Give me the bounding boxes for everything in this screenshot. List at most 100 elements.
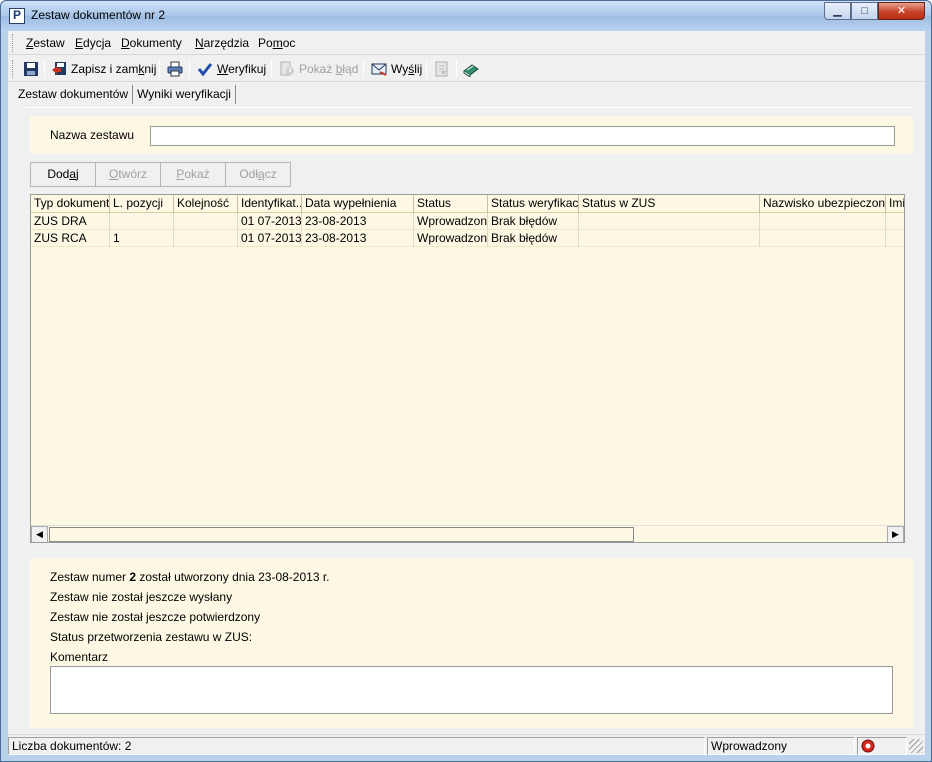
menu-narzedzia[interactable]: Narzędzia <box>195 36 249 50</box>
help-book-button[interactable] <box>460 59 482 79</box>
sent-info: Zestaw nie został jeszcze wysłany <box>50 590 233 604</box>
toolbar-separator <box>271 60 272 78</box>
floppy-disk-icon <box>24 62 38 76</box>
status-icon-panel <box>857 737 907 755</box>
menu-edycja[interactable]: Edycja <box>75 36 111 50</box>
checkmark-icon <box>197 63 213 77</box>
open-button[interactable]: Otwórz <box>95 162 161 187</box>
send-button[interactable]: Wyślij <box>368 59 425 79</box>
client-area: Zestaw Edycja Dokumenty Narzędzia Pomoc … <box>8 31 925 755</box>
column-header[interactable]: Kolejność <box>174 195 238 212</box>
menu-zestaw[interactable]: Zestaw <box>26 36 65 50</box>
table-cell: 01 07-2013 <box>238 230 302 247</box>
menu-grip[interactable] <box>12 34 15 52</box>
table-cell: 1 <box>110 230 174 247</box>
table-cell: 23-08-2013 <box>302 230 414 247</box>
scroll-right-arrow-icon[interactable]: ▶ <box>887 526 904 542</box>
table-cell <box>110 213 174 230</box>
toolbar-separator <box>159 60 160 78</box>
error-document-icon <box>280 61 294 76</box>
created-info: Zestaw numer 2 został utworzony dnia 23-… <box>50 570 330 584</box>
show-button[interactable]: Pokaż <box>160 162 226 187</box>
table-cell <box>174 230 238 247</box>
table-cell: Brak błędów <box>488 213 579 230</box>
table-row[interactable]: ZUS DRA 01 07-2013 23-08-2013 Wprowadzon… <box>31 213 904 230</box>
set-info-panel: Zestaw numer 2 został utworzony dnia 23-… <box>30 558 913 728</box>
title-bar[interactable]: Zestaw dokumentów nr 2 ▁ □ ✕ <box>1 1 931 31</box>
printer-icon <box>167 61 183 77</box>
table-cell: 01 07-2013 <box>238 213 302 230</box>
toolbar-separator <box>363 60 364 78</box>
toolbar-separator <box>189 60 190 78</box>
table-header: Typ dokumentu L. pozycji Kolejność Ident… <box>31 195 904 213</box>
column-header[interactable]: Identyfikat... <box>238 195 302 212</box>
save-button[interactable] <box>20 59 42 79</box>
documents-table[interactable]: Typ dokumentu L. pozycji Kolejność Ident… <box>30 194 905 543</box>
status-bar: Liczba dokumentów: 2 Wprowadzony <box>8 734 925 755</box>
column-header[interactable]: Status <box>414 195 488 212</box>
column-header[interactable]: Data wypełnienia <box>302 195 414 212</box>
horizontal-scrollbar[interactable]: ◀ ▶ <box>31 525 904 542</box>
menu-dokumenty[interactable]: Dokumenty <box>121 36 182 50</box>
tab-panel: Nazwa zestawu Dodaj Otwórz Pokaż Odłącz … <box>26 107 913 728</box>
set-name-input[interactable] <box>150 126 895 146</box>
document-button-row: Dodaj Otwórz Pokaż Odłącz <box>30 162 291 187</box>
set-name-label: Nazwa zestawu <box>50 128 135 142</box>
column-header[interactable]: Nazwisko ubezpieczon... <box>760 195 886 212</box>
tab-zestaw-dokumentow[interactable]: Zestaw dokumentów <box>14 85 134 104</box>
menu-bar: Zestaw Edycja Dokumenty Narzędzia Pomoc <box>8 31 925 55</box>
toolbar-separator <box>44 60 45 78</box>
table-cell <box>886 213 904 230</box>
scroll-left-arrow-icon[interactable]: ◀ <box>31 526 48 542</box>
alert-lifebuoy-icon <box>861 739 875 753</box>
document-receive-icon <box>435 61 448 77</box>
column-header[interactable]: Status weryfikacji <box>488 195 579 212</box>
scroll-thumb[interactable] <box>49 527 634 542</box>
detach-button[interactable]: Odłącz <box>225 162 291 187</box>
toolbar-separator <box>456 60 457 78</box>
table-row[interactable]: ZUS RCA 1 01 07-2013 23-08-2013 Wprowadz… <box>31 230 904 247</box>
table-cell: Wprowadzony <box>414 230 488 247</box>
app-window: Zestaw dokumentów nr 2 ▁ □ ✕ Zestaw Edyc… <box>0 0 932 762</box>
table-cell <box>760 213 886 230</box>
menu-pomoc[interactable]: Pomoc <box>258 36 295 50</box>
verify-button[interactable]: Weryfikuj <box>194 59 269 79</box>
table-cell <box>579 230 760 247</box>
table-cell <box>174 213 238 230</box>
status-text: Wprowadzony <box>707 737 855 755</box>
toolbar: Zapisz i zamknij Weryfikuj Pokaż błąd Wy… <box>8 56 925 82</box>
minimize-button[interactable]: ▁ <box>824 2 851 20</box>
save-and-close-button[interactable]: Zapisz i zamknij <box>48 59 159 79</box>
column-header[interactable]: L. pozycji <box>110 195 174 212</box>
table-cell: Wprowadzony <box>414 213 488 230</box>
receive-button[interactable] <box>431 59 453 79</box>
app-icon[interactable] <box>9 8 25 24</box>
book-icon <box>463 64 479 77</box>
tab-strip: Zestaw dokumentów Wyniki weryfikacji <box>14 85 236 105</box>
confirmed-info: Zestaw nie został jeszcze potwierdzony <box>50 610 261 624</box>
show-error-button[interactable]: Pokaż błąd <box>276 59 361 79</box>
table-cell: ZUS RCA <box>31 230 110 247</box>
save-close-icon <box>52 62 66 75</box>
document-count: Liczba dokumentów: 2 <box>8 737 705 755</box>
toolbar-grip[interactable] <box>12 60 15 78</box>
close-button[interactable]: ✕ <box>878 2 925 20</box>
table-cell: 23-08-2013 <box>302 213 414 230</box>
column-header[interactable]: Typ dokumentu <box>31 195 110 212</box>
comment-textarea[interactable] <box>50 666 893 714</box>
tab-wyniki-weryfikacji[interactable]: Wyniki weryfikacji <box>133 85 236 104</box>
maximize-button[interactable]: □ <box>851 2 878 20</box>
column-header[interactable]: Status w ZUS <box>579 195 760 212</box>
comment-label: Komentarz <box>50 650 109 664</box>
print-button[interactable] <box>164 59 186 79</box>
table-cell: ZUS DRA <box>31 213 110 230</box>
set-name-panel: Nazwa zestawu <box>30 116 913 154</box>
add-button[interactable]: Dodaj <box>30 162 96 187</box>
toolbar-separator <box>426 60 427 78</box>
column-header[interactable]: Imi <box>886 195 904 212</box>
table-cell <box>886 230 904 247</box>
table-cell: Brak błędów <box>488 230 579 247</box>
zus-status-info: Status przetworzenia zestawu w ZUS: <box>50 630 253 644</box>
envelope-icon <box>371 63 387 76</box>
resize-grip[interactable] <box>909 739 923 753</box>
